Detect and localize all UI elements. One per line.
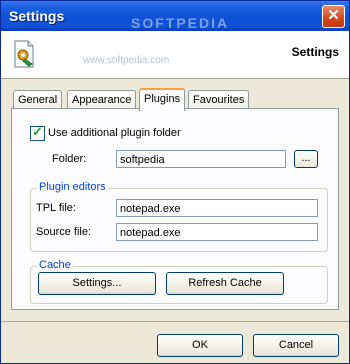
tab-general[interactable]: General [13, 90, 63, 109]
refresh-cache-button[interactable]: Refresh Cache [166, 272, 284, 295]
watermark: SOFTPEDIA [131, 15, 230, 31]
use-folder-checkbox[interactable] [30, 124, 45, 141]
cache-settings-button[interactable]: Settings... [38, 272, 156, 295]
tab-favourites[interactable]: Favourites [188, 90, 250, 109]
use-folder-label[interactable]: Use additional plugin folder [48, 127, 181, 139]
tab-appearance[interactable]: Appearance [67, 90, 137, 109]
window-title: Settings [9, 8, 65, 24]
folder-label: Folder: [52, 153, 87, 165]
folder-field[interactable]: softpedia [116, 150, 286, 168]
plugins-panel: Use additional plugin folder Folder: sof… [11, 108, 339, 310]
tab-plugins[interactable]: Plugins [139, 88, 186, 111]
settings-window: Settings SOFTPEDIA ✕ www.softpedia.com S… [0, 0, 350, 364]
settings-document-icon [14, 40, 34, 68]
header-url: www.softpedia.com [83, 55, 170, 66]
cancel-button[interactable]: Cancel [253, 334, 339, 357]
title-bar[interactable]: Settings SOFTPEDIA ✕ [1, 1, 349, 31]
source-file-field[interactable]: notepad.exe [116, 223, 318, 241]
tpl-file-label: TPL file: [36, 202, 76, 214]
tpl-file-field[interactable]: notepad.exe [116, 199, 318, 217]
close-icon: ✕ [327, 7, 340, 24]
footer-separator [1, 321, 349, 322]
plugin-editors-title: Plugin editors [37, 181, 108, 193]
header-title: Settings [291, 45, 339, 59]
cache-title: Cache [37, 259, 73, 271]
source-file-label: Source file: [36, 226, 92, 238]
ok-button[interactable]: OK [157, 334, 243, 357]
browse-button[interactable]: ... [294, 150, 318, 168]
dialog-header: www.softpedia.com Settings [1, 31, 349, 79]
close-button[interactable]: ✕ [322, 5, 345, 28]
plugin-editors-group: Plugin editors [30, 181, 328, 252]
